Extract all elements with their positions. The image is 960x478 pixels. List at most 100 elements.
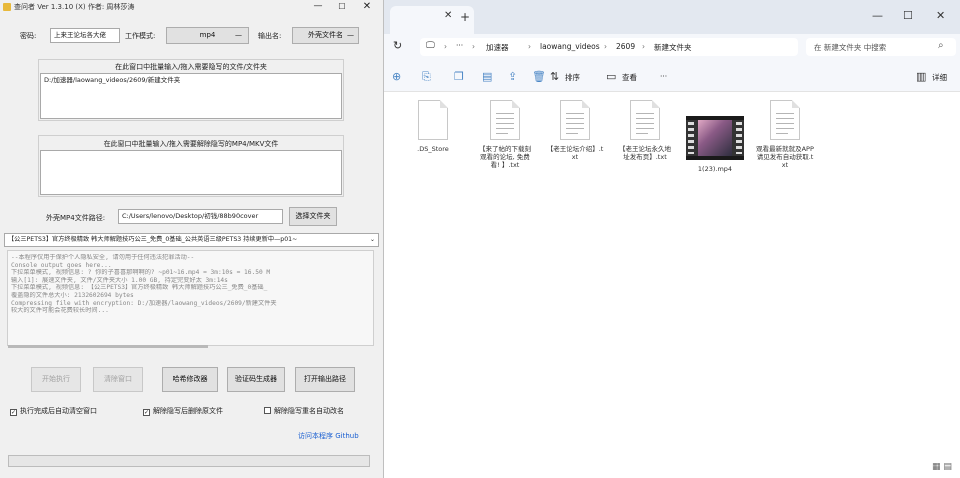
mode-dropdown[interactable]: mp4 —: [166, 27, 249, 44]
console-line: 输入[1]: 展速文件夹, 文件/文件夹大小 1.00 GB, 持定完变好太 3…: [11, 276, 228, 284]
breadcrumb-item[interactable]: 新建文件夹: [654, 42, 692, 53]
delete-icon[interactable]: 🗑: [532, 70, 546, 83]
checkbox-icon: ✓: [143, 409, 150, 416]
output-dropdown[interactable]: 外壳文件名 —: [292, 27, 359, 44]
view-icon: ▭: [606, 70, 617, 83]
clear-button[interactable]: 清除窗口: [93, 367, 143, 392]
file-item[interactable]: 【来了帖的下载刻观看的论坛, 免费看! 】.txt: [476, 100, 534, 169]
video-list-value: 【公三PETS3】官方终极精致 韩大师解题技巧公三_免费_0基础_公共英语三级P…: [8, 236, 298, 243]
video-thumbnail-icon: [686, 116, 744, 160]
hash-modifier-button[interactable]: 哈希修改器: [162, 367, 218, 392]
file-item[interactable]: 【老王论坛介绍】.txt: [546, 100, 604, 161]
more-options-button[interactable]: ···: [660, 72, 667, 81]
file-item[interactable]: .DS_Store: [404, 100, 462, 153]
text-file-icon: [490, 100, 520, 140]
console-line: 下拉菜单模式, 视频信息: 【公三PETS3】官方终极精致 韩大师解题技巧公三_…: [11, 284, 268, 292]
open-output-button[interactable]: 打开输出路径: [295, 367, 355, 392]
text-file-icon: [770, 100, 800, 140]
explorer-tab-bar: ✕ + — ☐ ✕: [384, 0, 960, 34]
more-icon[interactable]: ···: [456, 41, 463, 50]
console-line: 下拉菜单模式, 视频信息: ? 你的子喜喜那啊啊的? ~p01~16.mp4 =…: [11, 269, 271, 277]
console-scrollbar[interactable]: [8, 345, 208, 348]
chevron-right-icon: ›: [444, 42, 447, 51]
file-name: 【老王论坛永久地址发布页】.txt: [619, 145, 671, 161]
file-name: 1(23).mp4: [697, 165, 733, 173]
close-button[interactable]: ✕: [355, 0, 379, 14]
file-name: 【老王论坛介绍】.txt: [546, 145, 604, 161]
breadcrumb-item[interactable]: 加速器: [486, 42, 509, 53]
hide-files-textarea[interactable]: D:/加速器/laowang_videos/2609/新建文件夹: [40, 73, 342, 119]
delete-source-checkbox[interactable]: ✓ 解除隐写后删除原文件: [143, 406, 223, 416]
search-box[interactable]: 在 新建文件夹 中搜索 ⌕: [806, 38, 956, 56]
console-line: 较大的文件可能会花费较长时间...: [11, 307, 109, 315]
refresh-icon[interactable]: ↻: [393, 39, 402, 52]
explorer-maximize-button[interactable]: ☐: [903, 9, 913, 22]
new-tab-button[interactable]: +: [460, 10, 470, 24]
start-button[interactable]: 开始执行: [31, 367, 81, 392]
paste-icon[interactable]: ▤: [482, 70, 492, 83]
hide-files-title: 在此窗口中批量输入/拖入需要隐写的文件/文件夹: [115, 63, 267, 71]
unhide-files-textarea[interactable]: [40, 150, 342, 195]
file-name: .DS_Store: [417, 145, 449, 153]
output-label: 输出名:: [258, 32, 282, 40]
blank-file-icon: [418, 100, 448, 140]
explorer-minimize-button[interactable]: —: [872, 9, 883, 22]
output-value: 外壳文件名: [308, 31, 343, 39]
breadcrumb-item[interactable]: 2609: [616, 42, 635, 51]
address-box[interactable]: 🖵 › ··· › 加速器 › laowang_videos › 2609 › …: [420, 38, 798, 56]
mode-value: mp4: [199, 31, 216, 39]
app-icon: [3, 3, 11, 11]
stego-app-window: 查问者 Ver 1.3.10 (X) 作者: 周林莎涛 — ☐ ✕ 密码: 上来…: [0, 0, 384, 478]
pc-icon: 🖵: [426, 41, 435, 51]
chevron-down-icon: —: [347, 31, 354, 39]
shell-path-label: 外壳MP4文件路径:: [46, 214, 106, 222]
details-button[interactable]: 详细: [932, 72, 947, 83]
checkbox-icon: ✓: [10, 409, 17, 416]
search-icon: ⌕: [938, 40, 944, 51]
auto-rename-checkbox[interactable]: 解除隐写重名自动改名: [264, 406, 344, 416]
cut-icon[interactable]: ⎘: [422, 70, 431, 84]
console-line: Compressing file with encryption: D:/加速器…: [11, 299, 277, 307]
tab-close-icon[interactable]: ✕: [444, 10, 452, 21]
app-title: 查问者 Ver 1.3.10 (X) 作者: 周林莎涛: [14, 3, 135, 11]
view-toggle-icons[interactable]: ▦ ▤: [932, 462, 952, 472]
chevron-right-icon: ›: [528, 42, 531, 51]
explorer-close-button[interactable]: ✕: [936, 9, 945, 22]
video-list-dropdown[interactable]: 【公三PETS3】官方终极精致 韩大师解题技巧公三_免费_0基础_公共英语三级P…: [4, 233, 379, 247]
file-item[interactable]: 【老王论坛永久地址发布页】.txt: [616, 100, 674, 161]
text-file-icon: [560, 100, 590, 140]
file-item[interactable]: 1(23).mp4: [686, 116, 744, 173]
console-line: --本程序仅用于保护个人隐私安全, 请勿用于任何违法犯罪活动--: [11, 254, 195, 261]
verify-generator-button[interactable]: 验证码生成器: [227, 367, 285, 392]
file-name: 观看最新就就及APP请见发布自动获取.txt: [756, 145, 814, 169]
auto-clear-checkbox[interactable]: ✓ 执行完成后自动清空窗口: [10, 406, 97, 416]
view-button[interactable]: 查看: [622, 72, 637, 83]
select-folder-button[interactable]: 选择文件夹: [289, 207, 337, 226]
unhide-files-group: 在此窗口中批量输入/拖入需要解除隐写的MP4/MKV文件: [38, 135, 344, 197]
search-placeholder: 在 新建文件夹 中搜索: [814, 43, 887, 52]
share-icon[interactable]: ⇪: [508, 70, 517, 83]
maximize-button[interactable]: ☐: [331, 0, 353, 14]
chevron-right-icon: ›: [642, 42, 645, 51]
minimize-button[interactable]: —: [307, 0, 329, 14]
file-explorer-window: ✕ + — ☐ ✕ ↻ 🖵 › ··· › 加速器 › laowang_vide…: [384, 0, 960, 478]
sort-button[interactable]: 排序: [565, 72, 580, 83]
file-name: 【来了帖的下载刻观看的论坛, 免费看! 】.txt: [479, 145, 531, 169]
checkbox-icon: [264, 407, 271, 414]
new-icon[interactable]: ⊕: [392, 70, 401, 83]
chevron-down-icon: ⌄: [369, 236, 375, 243]
progress-bar: [8, 455, 370, 467]
details-icon: ▥: [916, 70, 927, 83]
hide-files-group: 在此窗口中批量输入/拖入需要隐写的文件/文件夹 D:/加速器/laowang_v…: [38, 59, 344, 121]
password-label: 密码:: [20, 32, 37, 40]
password-input[interactable]: 上来王论坛各大佬: [50, 28, 120, 43]
copy-icon[interactable]: ❐: [454, 70, 464, 83]
shell-path-input[interactable]: C:/Users/lenovo/Desktop/初钱/88b90cover: [118, 209, 283, 224]
chevron-right-icon: ›: [472, 42, 475, 51]
explorer-command-bar: ⊕ ⎘ ❐ ▤ ⇪ 🗑 ⇅ 排序 ▭ 查看 ··· ▥ 详细: [384, 60, 960, 92]
unhide-files-title: 在此窗口中批量输入/拖入需要解除隐写的MP4/MKV文件: [103, 140, 279, 148]
github-link[interactable]: 访问本程序 Github: [298, 431, 359, 441]
text-file-icon: [630, 100, 660, 140]
breadcrumb-item[interactable]: laowang_videos: [540, 42, 600, 51]
file-item[interactable]: 观看最新就就及APP请见发布自动获取.txt: [756, 100, 814, 169]
